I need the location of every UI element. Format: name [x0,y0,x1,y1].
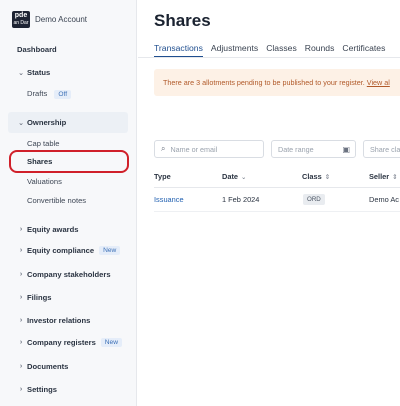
column-header-seller[interactable]: Seller ⇕ [369,172,398,181]
sidebar: pde an Dar Demo Account Dashboard ⌄ Stat… [0,0,137,406]
column-header-date[interactable]: Date ⌄ [222,172,246,181]
view-allotments-link[interactable]: View al [367,78,390,87]
row-seller: Demo Ac [369,195,399,204]
chevron-right-icon: › [19,363,23,370]
nav-filings[interactable]: › Filings [0,293,137,302]
row-divider [154,211,400,212]
chevron-right-icon: › [19,226,23,233]
share-class-placeholder: Share cla [370,144,400,154]
column-type-label: Type [154,172,171,181]
nav-settings-label: Settings [27,385,57,394]
row-date: 1 Feb 2024 [222,195,260,204]
tab-adjustments[interactable]: Adjustments [211,43,258,57]
tab-bar: Transactions Adjustments Classes Rounds … [154,43,393,57]
nav-equity-awards[interactable]: › Equity awards [0,225,137,234]
highlight-ring [9,150,129,173]
sort-desc-icon: ⌄ [241,174,247,181]
nav-documents-label: Documents [27,362,69,371]
nav-equity-compliance-label: Equity compliance [27,246,95,255]
sort-icon: ⇕ [324,174,331,181]
column-class-label: Class [302,172,322,181]
nav-ownership-label: Ownership [27,118,67,127]
share-class-pill: ORD [303,194,325,205]
new-badge: New [99,246,121,255]
nav-equity-compliance[interactable]: › Equity compliance New [0,246,137,255]
calendar-icon: ▣ [342,144,350,154]
date-range-input[interactable]: Date range ▣ [271,140,356,158]
new-badge: New [100,338,122,347]
nav-company-registers[interactable]: › Company registers New [0,338,137,347]
pending-allotments-alert: There are 3 allotments pending to be pub… [154,69,400,96]
tab-rounds[interactable]: Rounds [305,43,335,57]
chevron-down-icon: ⌄ [18,69,24,77]
nav-investor-relations[interactable]: › Investor relations [0,316,137,325]
column-header-type[interactable]: Type [154,172,171,181]
chevron-right-icon: › [19,294,23,301]
share-class-select[interactable]: Share cla [363,140,400,158]
nav-documents[interactable]: › Documents [0,362,137,371]
chevron-right-icon: › [19,271,23,278]
tab-classes[interactable]: Classes [266,43,297,57]
chevron-down-icon: ⌄ [18,119,24,127]
nav-drafts-label: Drafts [27,89,48,98]
nav-cap-table[interactable]: Cap table [27,139,60,148]
chevron-right-icon: › [19,247,23,254]
nav-convertible-notes[interactable]: Convertible notes [27,196,86,205]
nav-dashboard-label: Dashboard [17,45,57,54]
nav-status[interactable]: ⌄ Status [0,68,137,77]
nav-ownership[interactable]: ⌄ Ownership [0,118,137,127]
nav-company-stakeholders-label: Company stakeholders [27,270,111,279]
nav-settings[interactable]: › Settings [0,385,137,394]
search-input[interactable]: ⌕ Name or email [154,140,264,158]
chevron-right-icon: › [19,386,23,393]
search-icon: ⌕ [161,144,166,153]
column-seller-label: Seller [369,172,390,181]
column-header-class[interactable]: Class ⇕ [302,172,330,181]
nav-filings-label: Filings [27,293,52,302]
header-divider [154,187,400,188]
page-title: Shares [154,11,211,30]
date-range-placeholder: Date range [278,144,314,154]
logo-text-bottom: an Dar [13,20,29,26]
nav-status-label: Status [27,68,51,77]
nav-valuations[interactable]: Valuations [27,177,62,186]
nav-company-stakeholders[interactable]: › Company stakeholders [0,270,137,279]
alert-text: There are 3 allotments pending to be pub… [163,78,365,87]
sort-icon: ⇕ [392,174,398,181]
nav-dashboard[interactable]: Dashboard [17,45,137,54]
account-name: Demo Account [35,15,88,24]
row-type-link[interactable]: Issuance [154,195,184,204]
drafts-status-badge: Off [54,90,72,99]
column-date-label: Date [222,172,239,181]
company-logo: pde an Dar [12,11,30,28]
main-content: Shares Transactions Adjustments Classes … [138,0,400,406]
tab-divider [138,57,400,58]
search-placeholder: Name or email [170,144,218,154]
chevron-right-icon: › [19,317,23,324]
chevron-right-icon: › [19,339,23,346]
logo-text-top: pde [14,12,28,19]
nav-investor-relations-label: Investor relations [27,316,91,325]
tab-certificates[interactable]: Certificates [342,43,385,57]
tab-transactions[interactable]: Transactions [154,43,203,57]
nav-drafts[interactable]: Drafts Off [27,89,72,99]
nav-equity-awards-label: Equity awards [27,225,79,234]
nav-company-registers-label: Company registers [27,338,96,347]
brand[interactable]: pde an Dar Demo Account [12,11,87,28]
